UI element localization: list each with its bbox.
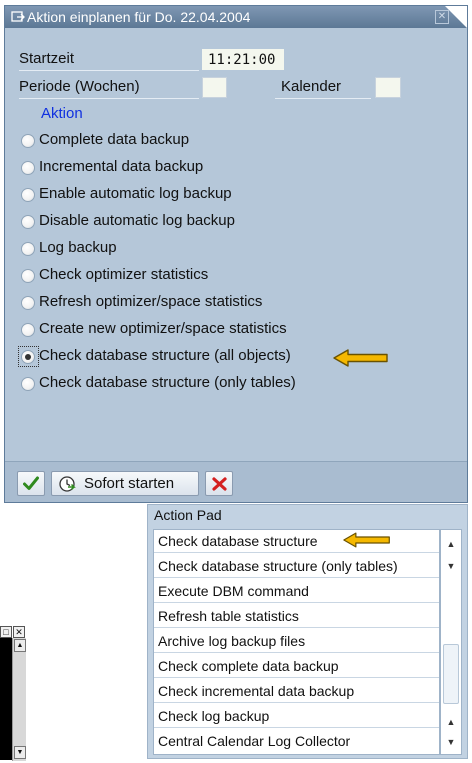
action-pad-item[interactable]: Refresh table statistics [154,605,439,628]
action-pad-item[interactable]: Check log backup [154,705,439,728]
action-pad-item[interactable]: Execute DBM command [154,580,439,603]
action-pad-item[interactable]: Central Calendar Log Collector [154,730,439,753]
clock-icon [59,476,76,492]
start-time-label: Startzeit [19,50,75,67]
scroll-down-icon[interactable]: ▼ [442,732,460,752]
cancel-x-icon [212,477,227,491]
action-pad-header: Action Pad [154,507,222,523]
option-label: Create new optimizer/space statistics [39,320,287,337]
left-arrow-icon [343,532,390,548]
radio-button[interactable] [21,377,35,391]
radio-button[interactable] [21,269,35,283]
radio-button[interactable] [21,323,35,337]
scroll-up-icon[interactable]: ▲ [442,534,460,554]
radio-button-selected[interactable] [21,350,35,364]
option-label: Refresh optimizer/space statistics [39,293,263,310]
radio-button[interactable] [21,242,35,256]
action-pad-item[interactable]: Archive log backup files [154,630,439,653]
radio-button[interactable] [21,215,35,229]
radio-button[interactable] [21,134,35,148]
option-label: Log backup [39,239,117,256]
scroll-thumb[interactable] [443,644,459,704]
dialog-icon [11,11,25,22]
option-label: Check database structure (only tables) [39,374,296,391]
option-label: Enable automatic log backup [39,185,232,202]
action-group-label: Aktion [41,105,83,122]
maximize-icon[interactable]: □ [0,626,12,638]
dialog-titlebar: Aktion einplanen für Do. 22.04.2004 ✕ [5,6,467,28]
scroll-down-icon[interactable]: ▼ [442,556,460,576]
period-input[interactable] [202,77,227,98]
radio-button[interactable] [21,188,35,202]
action-pad-scrollbar[interactable]: ▲ ▼ ▲ ▼ [440,529,462,755]
period-label-underline [19,98,199,99]
period-label: Periode (Wochen) [19,78,140,95]
cancel-button[interactable] [205,471,233,496]
scroll-up-icon[interactable]: ▲ [14,639,26,652]
calendar-label-underline [275,98,371,99]
option-label: Check database structure (all objects) [39,347,291,364]
left-arrow-icon [333,349,388,367]
dialog-title: Aktion einplanen für Do. 22.04.2004 [27,9,251,25]
radio-button[interactable] [21,296,35,310]
scroll-up-icon[interactable]: ▲ [442,712,460,732]
action-pad-panel: Action Pad Check database structure Chec… [147,504,468,759]
action-pad-item[interactable]: Check complete data backup [154,655,439,678]
start-now-button[interactable]: Sofort starten [51,471,199,496]
action-pad-item[interactable]: Check database structure (only tables) [154,555,439,578]
console-window-fragment: □ ✕ ▲ ▼ [0,622,27,763]
action-pad-list: Check database structure Check database … [153,529,440,755]
console-output-area [0,638,12,760]
calendar-checkbox[interactable] [375,77,401,98]
dialog-footer: Sofort starten [5,461,467,502]
close-icon[interactable]: ✕ [13,626,25,638]
titlebar-corner [445,6,467,28]
option-label: Check optimizer statistics [39,266,209,283]
checkmark-icon [23,476,39,490]
option-label: Disable automatic log backup [39,212,235,229]
start-now-label: Sofort starten [84,475,175,492]
console-scrollbar[interactable]: ▲ ▼ [12,638,26,761]
start-time-input[interactable] [202,49,284,70]
radio-button[interactable] [21,161,35,175]
radio-dot [25,354,31,360]
scroll-down-icon[interactable]: ▼ [14,746,26,759]
start-time-label-underline [19,70,199,71]
action-pad-item[interactable]: Check database structure [154,530,439,553]
option-label: Complete data backup [39,131,190,148]
continue-button[interactable] [17,471,45,496]
option-label: Incremental data backup [39,158,204,175]
schedule-action-dialog: Aktion einplanen für Do. 22.04.2004 ✕ St… [4,5,468,503]
action-pad-item[interactable]: Check incremental data backup [154,680,439,703]
calendar-label: Kalender [281,78,342,95]
